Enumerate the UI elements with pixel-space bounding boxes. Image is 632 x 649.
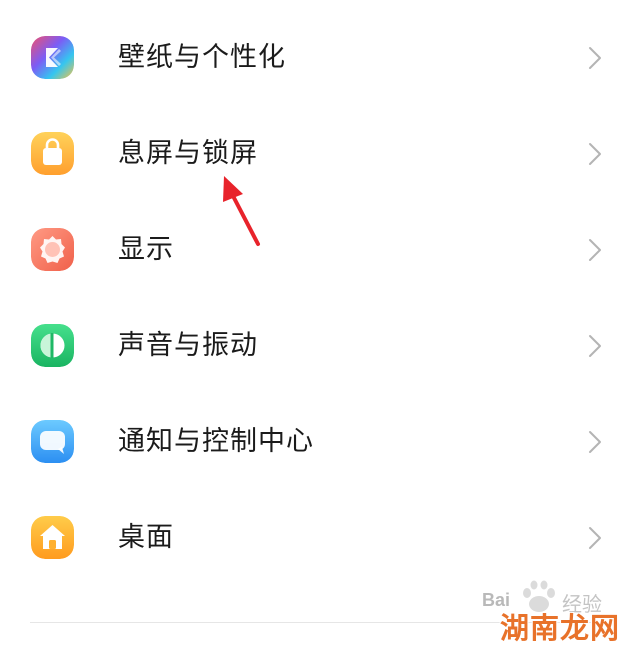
settings-item-sound-vibration[interactable]: 声音与振动 xyxy=(0,300,632,396)
settings-item-label: 息屏与锁屏 xyxy=(118,138,258,169)
watermark-site-text: 湖南龙网 xyxy=(500,611,621,645)
settings-item-label: 显示 xyxy=(118,234,174,265)
home-screen-icon xyxy=(31,516,74,559)
settings-list: 壁纸与个性化 息屏与锁屏 显示 声音与振动 通知与控制中心 桌面 xyxy=(0,12,632,588)
wallpaper-personalization-icon xyxy=(31,36,74,79)
chevron-right-icon xyxy=(588,526,602,550)
chevron-right-icon xyxy=(588,238,602,262)
sound-vibration-icon xyxy=(31,324,74,367)
settings-page: 壁纸与个性化 息屏与锁屏 显示 声音与振动 通知与控制中心 桌面 Bai 经验 … xyxy=(0,0,632,649)
settings-item-label: 壁纸与个性化 xyxy=(118,42,286,73)
chevron-right-icon xyxy=(588,46,602,70)
chevron-right-icon xyxy=(588,430,602,454)
settings-item-label: 通知与控制中心 xyxy=(118,426,314,457)
settings-item-display[interactable]: 显示 xyxy=(0,204,632,300)
settings-item-home-screen[interactable]: 桌面 xyxy=(0,492,632,588)
chevron-right-icon xyxy=(588,334,602,358)
watermark: Bai 经验 湖南龙网 xyxy=(474,578,632,649)
display-icon xyxy=(31,228,74,271)
notification-control-center-icon xyxy=(31,420,74,463)
annotation-arrow-icon xyxy=(215,172,267,250)
settings-item-label: 声音与振动 xyxy=(118,330,258,361)
chevron-right-icon xyxy=(588,142,602,166)
settings-item-lock-screen[interactable]: 息屏与锁屏 xyxy=(0,108,632,204)
settings-item-wallpaper-personalization[interactable]: 壁纸与个性化 xyxy=(0,12,632,108)
settings-item-notification-control-center[interactable]: 通知与控制中心 xyxy=(0,396,632,492)
lock-screen-icon xyxy=(31,132,74,175)
settings-item-label: 桌面 xyxy=(118,522,174,553)
